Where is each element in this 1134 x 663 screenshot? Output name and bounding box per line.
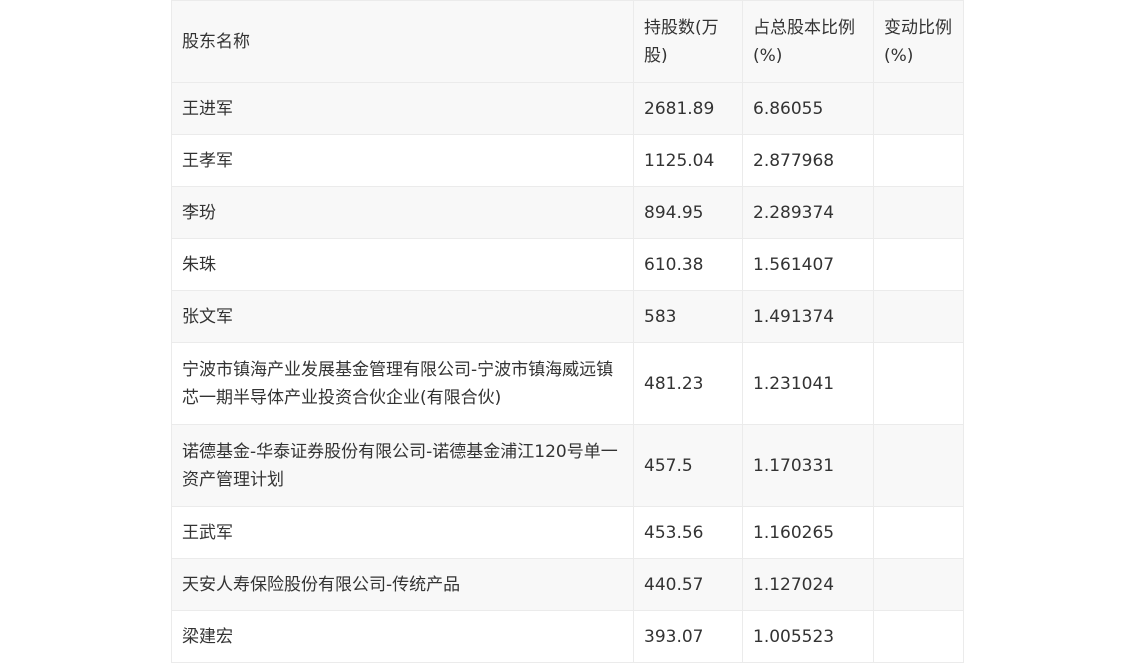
cell-shares: 894.95	[633, 186, 743, 239]
table-row: 张文军 583 1.491374	[171, 290, 964, 343]
cell-shareholder-name: 朱珠	[171, 238, 634, 291]
cell-change	[873, 558, 964, 611]
cell-ratio: 1.561407	[742, 238, 874, 291]
cell-ratio: 2.289374	[742, 186, 874, 239]
cell-shares: 2681.89	[633, 82, 743, 135]
header-shareholder-name: 股东名称	[171, 0, 634, 83]
cell-change	[873, 610, 964, 663]
cell-change	[873, 290, 964, 343]
shareholder-table-container: 股东名称 持股数(万股) 占总股本比例(%) 变动比例(%) 王进军 2681.…	[171, 0, 964, 663]
cell-ratio: 1.005523	[742, 610, 874, 663]
cell-change	[873, 506, 964, 559]
cell-change	[873, 238, 964, 291]
cell-shares: 1125.04	[633, 134, 743, 187]
table-row: 王进军 2681.89 6.86055	[171, 82, 964, 135]
table-header-row: 股东名称 持股数(万股) 占总股本比例(%) 变动比例(%)	[171, 0, 964, 83]
cell-change	[873, 342, 964, 425]
cell-shareholder-name: 王武军	[171, 506, 634, 559]
cell-shareholder-name: 王进军	[171, 82, 634, 135]
cell-shareholder-name: 李玢	[171, 186, 634, 239]
cell-shareholder-name: 梁建宏	[171, 610, 634, 663]
cell-shares: 610.38	[633, 238, 743, 291]
header-ratio: 占总股本比例(%)	[742, 0, 874, 83]
header-shares: 持股数(万股)	[633, 0, 743, 83]
cell-shareholder-name: 王孝军	[171, 134, 634, 187]
table-row: 天安人寿保险股份有限公司-传统产品 440.57 1.127024	[171, 558, 964, 611]
table-row: 王武军 453.56 1.160265	[171, 506, 964, 559]
cell-change	[873, 82, 964, 135]
cell-ratio: 6.86055	[742, 82, 874, 135]
cell-shares: 583	[633, 290, 743, 343]
cell-change	[873, 424, 964, 507]
cell-ratio: 1.160265	[742, 506, 874, 559]
cell-shareholder-name: 诺德基金-华泰证券股份有限公司-诺德基金浦江120号单一资产管理计划	[171, 424, 634, 507]
cell-change	[873, 186, 964, 239]
cell-shares: 481.23	[633, 342, 743, 425]
header-change: 变动比例(%)	[873, 0, 964, 83]
cell-shares: 440.57	[633, 558, 743, 611]
cell-ratio: 2.877968	[742, 134, 874, 187]
table-row: 诺德基金-华泰证券股份有限公司-诺德基金浦江120号单一资产管理计划 457.5…	[171, 424, 964, 507]
cell-shareholder-name: 天安人寿保险股份有限公司-传统产品	[171, 558, 634, 611]
cell-shares: 453.56	[633, 506, 743, 559]
cell-ratio: 1.231041	[742, 342, 874, 425]
shareholder-table: 股东名称 持股数(万股) 占总股本比例(%) 变动比例(%) 王进军 2681.…	[171, 0, 964, 663]
cell-ratio: 1.127024	[742, 558, 874, 611]
cell-shares: 457.5	[633, 424, 743, 507]
cell-change	[873, 134, 964, 187]
table-row: 宁波市镇海产业发展基金管理有限公司-宁波市镇海威远镇芯一期半导体产业投资合伙企业…	[171, 342, 964, 425]
cell-shares: 393.07	[633, 610, 743, 663]
table-row: 朱珠 610.38 1.561407	[171, 238, 964, 291]
table-row: 王孝军 1125.04 2.877968	[171, 134, 964, 187]
cell-ratio: 1.491374	[742, 290, 874, 343]
table-row: 李玢 894.95 2.289374	[171, 186, 964, 239]
table-row: 梁建宏 393.07 1.005523	[171, 610, 964, 663]
cell-shareholder-name: 宁波市镇海产业发展基金管理有限公司-宁波市镇海威远镇芯一期半导体产业投资合伙企业…	[171, 342, 634, 425]
cell-ratio: 1.170331	[742, 424, 874, 507]
cell-shareholder-name: 张文军	[171, 290, 634, 343]
